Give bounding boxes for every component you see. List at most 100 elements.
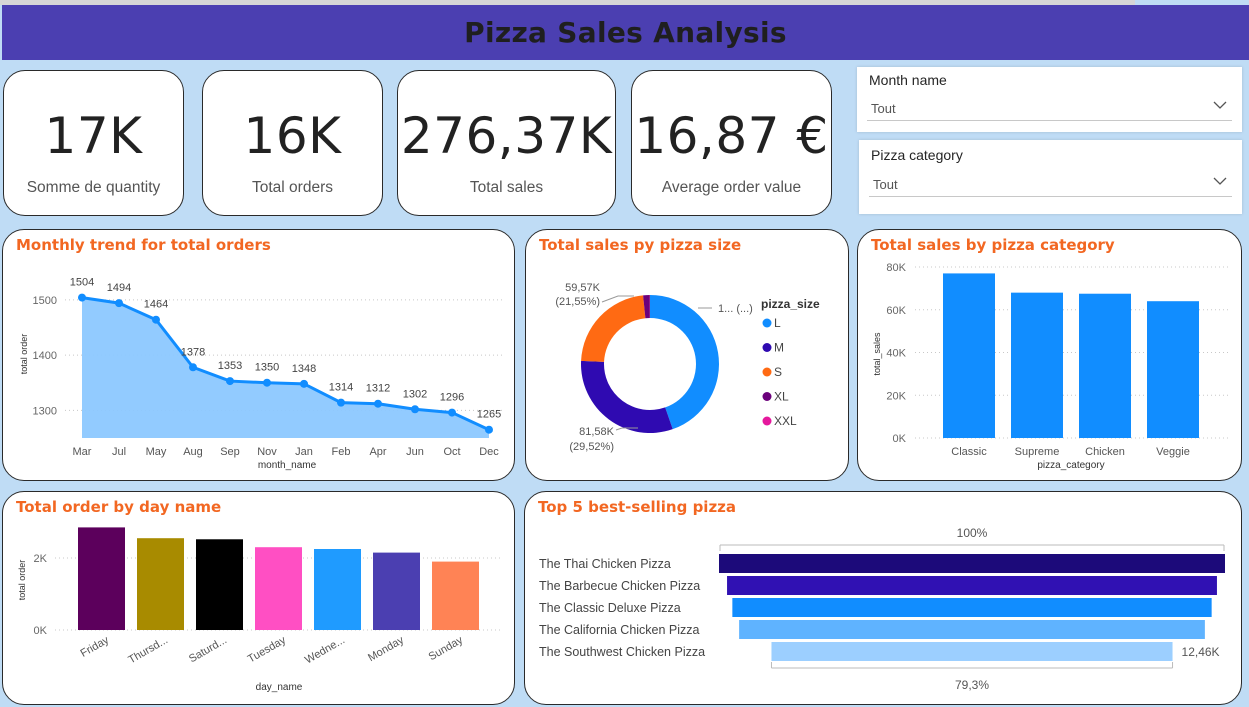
x-tick-label: Chicken [1085,446,1125,458]
bar [1147,301,1199,438]
pizza-category-chart: 0K 20K 40K 60K 80K Classic Supreme Chicken Veggi… [872,262,1230,471]
slice-label: (29,52%) [569,441,614,453]
bar [137,538,184,630]
legend-label: L [774,316,781,330]
kpi-value: 16,87 € [634,107,829,165]
bar [373,552,420,630]
slicer-title: Month name [869,72,947,88]
x-tick-label: May [146,446,167,458]
chevron-down-icon [1213,177,1227,185]
kpi-card-aov[interactable]: 16,87 € Average order value [631,70,832,216]
legend-label: XXL [774,414,797,428]
funnel-bar [719,554,1225,573]
data-label: 1350 [255,362,279,374]
y-tick-label: 60K [886,305,906,317]
bar [1079,293,1131,438]
x-tick-label: Sep [220,446,240,458]
data-point [448,408,456,417]
data-point [226,377,234,386]
data-label: 1353 [218,360,242,372]
day-name-card[interactable]: Total order by day name 0K 2K Friday Thursd… [2,491,515,705]
y-tick-label: 80K [886,262,906,274]
kpi-card-quantity[interactable]: 17K Somme de quantity [3,70,184,216]
x-tick-label: Classic [951,446,987,458]
kpi-label: Average order value [661,179,802,196]
header-bar: Pizza Sales Analysis [2,5,1249,60]
donut-slice [581,360,673,433]
data-label: 1265 [477,409,501,421]
dropdown-value: Tout [871,101,896,116]
funnel-bottom-label: 79,3% [955,678,989,692]
data-label: 1504 [70,277,94,289]
x-tick-label: Apr [369,446,386,458]
legend-marker [762,343,772,352]
x-tick-label: Supreme [1015,446,1060,458]
funnel-bar [771,642,1173,661]
data-point [189,363,197,372]
x-tick-label: Thursd... [126,634,170,666]
slicer-title: Pizza category [871,147,963,163]
kpi-value: 16K [243,107,342,165]
month-dropdown[interactable]: Tout [867,94,1232,121]
funnel-category-label: The Thai Chicken Pizza [539,557,671,571]
funnel-category-label: The Southwest Chicken Pizza [539,645,705,659]
legend-marker [762,318,772,328]
kpi-card-orders[interactable]: 16K Total orders [202,70,383,216]
x-tick-label: Mar [73,446,92,458]
legend-marker [762,367,772,377]
kpi-value: 276,37K [400,107,613,165]
funnel-value-label: 12,46K [1182,645,1220,659]
y-tick-label: 40K [886,348,906,360]
funnel-bar [739,620,1205,639]
legend-marker [762,416,772,426]
funnel-bar [732,598,1212,617]
funnel-category-label: The California Chicken Pizza [539,623,700,637]
y-tick-label: 1300 [33,405,57,417]
x-tick-label: Sunday [427,634,466,663]
x-axis-title: pizza_category [1037,460,1104,471]
x-tick-label: Jul [112,446,126,458]
x-tick-label: Nov [257,446,277,458]
pizza-category-card[interactable]: Total sales by pizza category 0K 20K 40K 60… [857,229,1242,481]
data-point [411,405,419,414]
x-tick-label: Dec [479,446,499,458]
data-point [485,425,493,434]
slicer-month: Month name Tout [857,67,1242,132]
kpi-label: Somme de quantity [26,179,161,196]
data-point [337,398,345,407]
y-axis-title: total_sales [872,332,882,376]
bar [196,539,243,630]
bar [432,561,479,630]
funnel-category-label: The Classic Deluxe Pizza [539,601,681,615]
bar [1011,292,1063,438]
chevron-down-icon [1213,101,1227,109]
bar [255,547,302,630]
x-tick-label: Aug [183,446,203,458]
funnel-bar [727,576,1217,595]
funnel-category-label: The Barbecue Chicken Pizza [539,579,700,593]
data-label: 1302 [403,388,427,400]
pizza-size-card[interactable]: Total sales py pizza size 59,57K (21,55%)… [525,229,849,481]
x-axis-title: day_name [256,682,303,693]
x-axis-title: month_name [258,460,317,471]
top-pizza-card[interactable]: Top 5 best-selling pizza 100% The Thai Ch… [524,491,1242,705]
x-tick-label: Friday [79,634,112,660]
category-dropdown[interactable]: Tout [869,170,1232,197]
bar [78,527,125,630]
dropdown-value: Tout [873,177,898,192]
y-tick-label: 20K [886,390,906,402]
y-axis-title: total order [19,334,29,375]
y-axis-title: total order [17,560,27,601]
legend-title: pizza_size [761,297,820,311]
legend-label: S [774,365,782,379]
data-point [115,299,123,308]
slicer-category: Pizza category Tout [859,140,1242,214]
funnel-top-label: 100% [957,526,988,540]
slice-label: 81,58K [579,426,615,438]
slice-label: (21,55%) [555,296,600,308]
kpi-card-sales[interactable]: 276,37K Total sales [397,70,616,216]
page-title: Pizza Sales Analysis [464,16,787,49]
monthly-trend-card[interactable]: Monthly trend for total orders 1300 1400 1… [2,229,515,481]
kpi-label: Total orders [252,179,333,196]
data-label: 1314 [329,382,353,394]
